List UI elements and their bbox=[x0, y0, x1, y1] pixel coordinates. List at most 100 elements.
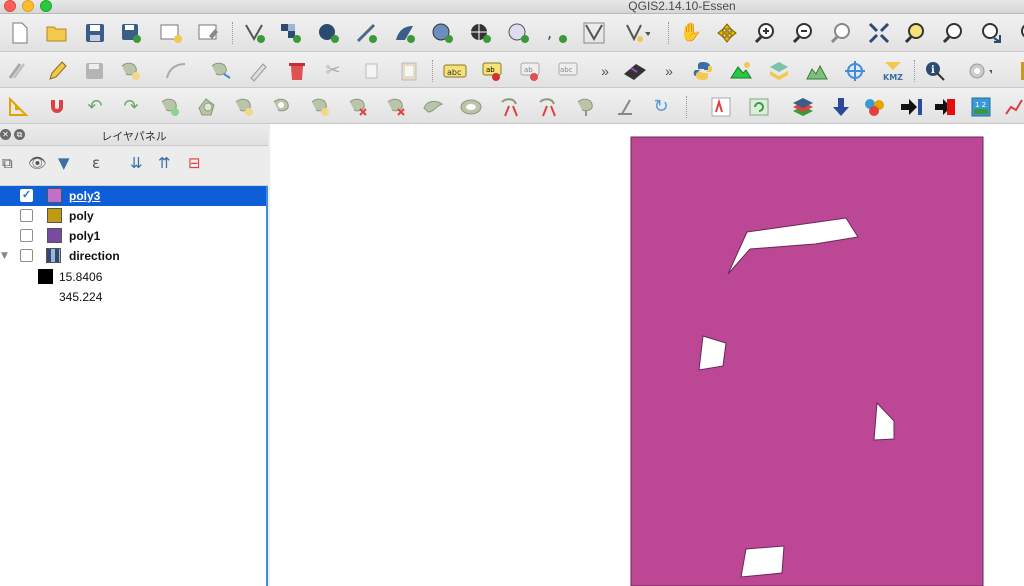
profile-plot-icon[interactable] bbox=[1002, 94, 1024, 120]
toolbar-overflow-button-2[interactable]: » bbox=[656, 58, 682, 84]
pan-to-selection-icon[interactable] bbox=[714, 20, 740, 46]
layer-labeling-options-icon[interactable]: abc bbox=[442, 58, 468, 84]
zoom-to-layer-icon[interactable] bbox=[940, 20, 966, 46]
coordinate-capture-icon[interactable] bbox=[842, 58, 868, 84]
add-postgis-layer-icon[interactable] bbox=[316, 20, 342, 46]
toggle-editing-icon[interactable] bbox=[44, 58, 70, 84]
cut-features-icon[interactable]: ✂ bbox=[320, 58, 346, 84]
python-console-icon[interactable] bbox=[690, 58, 716, 84]
add-delimited-text-icon[interactable]: , bbox=[544, 20, 570, 46]
pin-labels-icon[interactable]: ab bbox=[480, 58, 506, 84]
layer-visibility-checkbox[interactable] bbox=[20, 249, 33, 262]
layer-item-poly3[interactable]: ✓ poly3 bbox=[0, 186, 266, 206]
save-as-icon[interactable] bbox=[118, 20, 144, 46]
filter-by-expression-icon[interactable]: ε bbox=[92, 154, 100, 176]
new-print-composer-icon[interactable] bbox=[158, 20, 184, 46]
layer-item-poly[interactable]: poly bbox=[0, 206, 266, 226]
zoom-next-icon[interactable] bbox=[1012, 20, 1024, 46]
layer-stack-icon[interactable] bbox=[790, 94, 816, 120]
add-spatialite-layer-icon[interactable] bbox=[354, 20, 380, 46]
delete-ring-icon[interactable] bbox=[308, 94, 334, 120]
node-tool-icon[interactable] bbox=[208, 58, 234, 84]
rotate-features-icon[interactable]: ↻ bbox=[648, 94, 674, 120]
field-calculator-icon[interactable] bbox=[708, 94, 734, 120]
add-vector-layer-icon[interactable] bbox=[242, 20, 268, 46]
delete-part-icon-2[interactable] bbox=[384, 94, 410, 120]
split-features-icon[interactable] bbox=[498, 94, 524, 120]
layer-visibility-checkbox[interactable]: ✓ bbox=[20, 189, 33, 202]
processing-toolbox-icon[interactable] bbox=[766, 58, 792, 84]
layer-item-direction[interactable]: ▼ direction bbox=[0, 246, 266, 266]
reshape-features-icon[interactable] bbox=[420, 94, 446, 120]
identify-features-icon[interactable]: i bbox=[922, 58, 948, 84]
move-feature-icon[interactable] bbox=[164, 58, 190, 84]
fill-ring-icon[interactable] bbox=[270, 94, 296, 120]
merge-features-icon[interactable] bbox=[574, 94, 600, 120]
add-wms-layer-icon[interactable] bbox=[430, 20, 456, 46]
layer-visibility-checkbox[interactable] bbox=[20, 229, 33, 242]
add-ring-icon[interactable] bbox=[158, 94, 184, 120]
open-project-icon[interactable] bbox=[44, 20, 70, 46]
add-mssql-layer-icon[interactable] bbox=[392, 20, 418, 46]
expand-all-icon[interactable]: ⇊ bbox=[130, 154, 143, 176]
filter-legend-icon[interactable]: ▼ bbox=[58, 154, 70, 176]
add-feature-icon[interactable] bbox=[118, 58, 144, 84]
undo-icon[interactable]: ↶ bbox=[82, 94, 108, 120]
import-arrow-icon[interactable] bbox=[898, 94, 924, 120]
advanced-digitizing-icon[interactable] bbox=[6, 94, 32, 120]
add-wfs-layer-icon[interactable] bbox=[506, 20, 532, 46]
move-label-icon[interactable]: abc bbox=[556, 58, 582, 84]
legend-item-low: 345.224 bbox=[0, 286, 266, 306]
highlight-pinned-labels-icon[interactable]: ab bbox=[518, 58, 544, 84]
add-virtual-layer-icon[interactable] bbox=[582, 20, 608, 46]
add-part-icon[interactable] bbox=[232, 94, 258, 120]
layer-item-poly1[interactable]: poly1 bbox=[0, 226, 266, 246]
delete-selected-icon[interactable] bbox=[284, 58, 310, 84]
offset-curve-icon[interactable] bbox=[458, 94, 484, 120]
snapping-magnet-icon[interactable] bbox=[44, 94, 70, 120]
copy-features-icon[interactable] bbox=[358, 58, 384, 84]
pan-icon[interactable]: ✋ bbox=[678, 20, 704, 46]
save-project-icon[interactable] bbox=[82, 20, 108, 46]
simplify-feature-icon[interactable] bbox=[194, 94, 220, 120]
rotate-point-symbols-icon[interactable] bbox=[612, 94, 638, 120]
download-arrow-icon[interactable] bbox=[828, 94, 854, 120]
save-layer-edits-icon[interactable] bbox=[82, 58, 108, 84]
refresh-layer-icon[interactable] bbox=[746, 94, 772, 120]
zoom-to-selection-icon[interactable] bbox=[902, 20, 928, 46]
zoom-out-icon[interactable] bbox=[790, 20, 816, 46]
add-raster-layer-icon[interactable] bbox=[278, 20, 304, 46]
paste-features-icon[interactable] bbox=[396, 58, 422, 84]
zoom-in-icon[interactable] bbox=[752, 20, 778, 46]
current-edits-icon[interactable] bbox=[6, 58, 32, 84]
polygon-feature-poly3[interactable] bbox=[630, 136, 984, 586]
new-layer-dropdown-icon[interactable] bbox=[624, 20, 650, 46]
georeferencer-icon[interactable] bbox=[622, 58, 648, 84]
toolbar-overflow-edge[interactable] bbox=[1004, 58, 1024, 84]
remove-layer-icon[interactable]: ⊟ bbox=[188, 154, 201, 176]
profile-tool-icon[interactable] bbox=[804, 58, 830, 84]
collapse-all-icon[interactable]: ⇈ bbox=[158, 154, 171, 176]
add-wcs-layer-icon[interactable] bbox=[468, 20, 494, 46]
expand-arrow-icon[interactable]: ▼ bbox=[1, 251, 8, 261]
zoom-actual-icon[interactable] bbox=[828, 20, 854, 46]
export-arrow-icon[interactable] bbox=[932, 94, 958, 120]
map-canvas[interactable] bbox=[270, 124, 1024, 586]
toolbar-overflow-button[interactable]: » bbox=[592, 58, 618, 84]
zoom-last-icon[interactable] bbox=[978, 20, 1004, 46]
redo-icon[interactable]: ↷ bbox=[118, 94, 144, 120]
composer-manager-icon[interactable] bbox=[196, 20, 222, 46]
split-parts-icon[interactable] bbox=[536, 94, 562, 120]
delete-part-icon[interactable] bbox=[346, 94, 372, 120]
run-feature-action-icon[interactable] bbox=[966, 58, 992, 84]
manage-visibility-icon[interactable]: 👁 bbox=[28, 154, 47, 176]
attribute-table-icon[interactable]: 1 2 bbox=[968, 94, 994, 120]
edit-vertex-icon[interactable] bbox=[246, 58, 272, 84]
zoom-full-icon[interactable] bbox=[866, 20, 892, 46]
terrain-analysis-icon[interactable] bbox=[728, 58, 754, 84]
raster-cluster-icon[interactable] bbox=[862, 94, 888, 120]
layer-visibility-checkbox[interactable] bbox=[20, 209, 33, 222]
new-project-icon[interactable] bbox=[6, 20, 32, 46]
kmz-export-icon[interactable]: KMZ bbox=[880, 58, 906, 84]
add-group-icon[interactable]: ⧉ bbox=[2, 154, 13, 176]
